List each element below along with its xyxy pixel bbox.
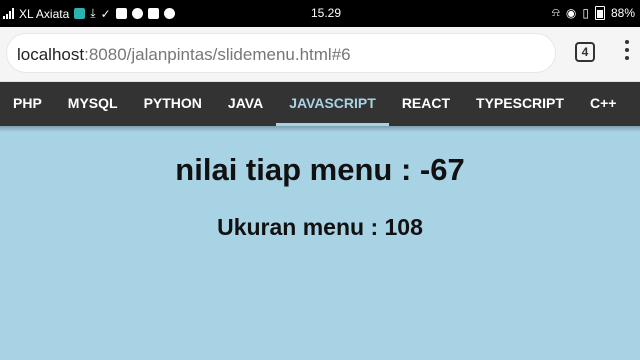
- vibrate-icon: ▯: [582, 5, 589, 20]
- carrier-name: XL Axiata: [19, 6, 70, 21]
- menu-item-cpp[interactable]: C++: [577, 82, 629, 126]
- address-bar[interactable]: localhost:8080/jalanpintas/slidemenu.htm…: [6, 33, 556, 73]
- news-icon: [147, 8, 159, 19]
- menu-item-javascript[interactable]: JAVASCRIPT: [276, 82, 389, 126]
- url-path: :8080/jalanpintas/slidemenu.html#6: [84, 45, 351, 64]
- tab-switcher-button[interactable]: 4: [575, 42, 595, 62]
- url-text[interactable]: localhost:8080/jalanpintas/slidemenu.htm…: [17, 45, 351, 65]
- battery-icon: [594, 5, 605, 20]
- menu-item-mysql[interactable]: MYSQL: [55, 82, 131, 126]
- battery-percent: 88%: [610, 5, 635, 20]
- signal-icon: [3, 8, 14, 19]
- youtube-icon: [115, 8, 127, 19]
- app-notification-icon: [74, 8, 86, 19]
- menu-item-python[interactable]: PYTHON: [131, 82, 215, 126]
- status-right: ⍾ ◉ ▯ 88%: [552, 5, 635, 20]
- browser-toolbar: localhost:8080/jalanpintas/slidemenu.htm…: [0, 27, 640, 82]
- menu-item-typescript[interactable]: TYPESCRIPT: [463, 82, 577, 126]
- menu-item-csharp[interactable]: C#: [629, 82, 640, 126]
- eye-icon: ◉: [565, 5, 577, 20]
- menu-item-php[interactable]: PHP: [0, 82, 55, 126]
- download-icon: ⤓: [90, 6, 96, 20]
- clock: 15.29: [311, 6, 342, 20]
- slide-menu: PHP MYSQL PYTHON JAVA JAVASCRIPT REACT T…: [0, 82, 640, 126]
- chat-icon: [163, 8, 175, 19]
- alarm-icon: ⍾: [551, 5, 560, 19]
- menu-item-java[interactable]: JAVA: [215, 82, 276, 126]
- whatsapp-icon: [131, 8, 143, 19]
- menu-item-react[interactable]: REACT: [389, 82, 463, 126]
- menu-size-heading: Ukuran menu : 108: [217, 214, 423, 240]
- status-left: XL Axiata ⤓ ✓: [3, 6, 175, 21]
- url-host: localhost: [17, 45, 85, 64]
- main-content: nilai tiap menu : -67 Ukuran menu : 108: [0, 126, 640, 360]
- check-icon: ✓: [100, 6, 111, 21]
- menu-value-heading: nilai tiap menu : -67: [175, 152, 465, 187]
- menu-dots-icon[interactable]: [625, 40, 629, 64]
- menu-list: PHP MYSQL PYTHON JAVA JAVASCRIPT REACT T…: [0, 82, 640, 126]
- status-bar: XL Axiata ⤓ ✓ 15.29 ⍾ ◉ ▯ 88%: [0, 0, 640, 27]
